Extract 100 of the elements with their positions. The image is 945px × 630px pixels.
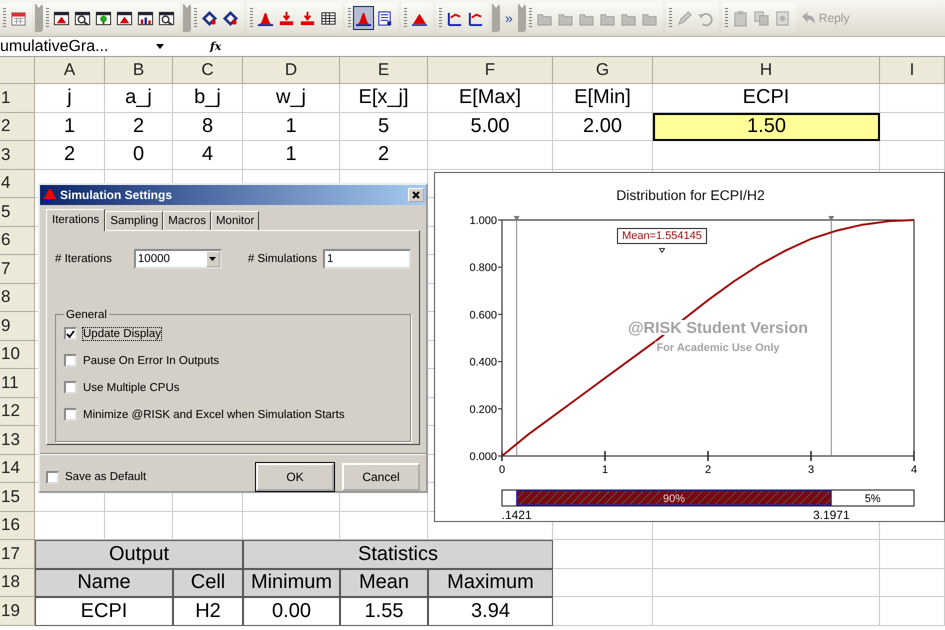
select-all-button[interactable] xyxy=(0,57,35,84)
tree-icon[interactable] xyxy=(95,10,112,26)
row-header[interactable]: 4 xyxy=(0,170,35,198)
overflow-button[interactable]: » xyxy=(500,10,518,26)
sheet-cell[interactable]: 8 xyxy=(173,112,243,141)
diamond-icon[interactable] xyxy=(201,10,218,26)
row-header[interactable]: 19 xyxy=(0,597,35,626)
empty-cell[interactable] xyxy=(880,84,945,112)
row-header[interactable]: 12 xyxy=(0,398,35,426)
sheet-cell[interactable]: 1 xyxy=(35,112,105,141)
sheet-cell[interactable]: 0 xyxy=(105,141,173,170)
marker-line[interactable] xyxy=(514,216,520,456)
magnifier-icon[interactable] xyxy=(74,10,91,26)
row-header[interactable]: 10 xyxy=(0,340,35,369)
sheet-cell[interactable]: E[x_j] xyxy=(340,84,428,112)
calendar-icon[interactable] xyxy=(10,10,27,26)
row-header[interactable]: 7 xyxy=(0,255,35,284)
function-button[interactable]: fx xyxy=(210,40,222,53)
empty-cell[interactable] xyxy=(340,512,428,540)
checkbox[interactable] xyxy=(64,327,77,340)
empty-cell[interactable] xyxy=(243,512,340,540)
checkbox[interactable] xyxy=(64,354,77,368)
column-header[interactable]: I xyxy=(880,57,945,84)
name-box[interactable]: umulativeGra... xyxy=(0,37,156,56)
row-header[interactable]: 15 xyxy=(0,483,35,512)
down-arrow-icon[interactable] xyxy=(278,10,295,26)
column-header[interactable]: C xyxy=(173,57,243,84)
toolbar-handle[interactable] xyxy=(183,4,191,32)
checkbox-label[interactable]: Use Multiple CPUs xyxy=(83,382,180,394)
checkbox-label[interactable]: Save as Default xyxy=(65,471,146,483)
empty-cell[interactable] xyxy=(653,568,880,597)
report-icon[interactable] xyxy=(376,10,393,26)
empty-cell[interactable] xyxy=(105,512,173,540)
sheet-cell[interactable]: j xyxy=(35,84,105,112)
input-field[interactable]: 1 xyxy=(322,248,411,269)
sheet-cell[interactable]: 1 xyxy=(243,141,340,170)
empty-cell[interactable] xyxy=(173,512,243,540)
row-header[interactable]: 3 xyxy=(0,141,35,170)
row-header[interactable]: 2 xyxy=(0,112,35,141)
tab[interactable]: Iterations xyxy=(46,208,106,231)
bar-chart-icon[interactable] xyxy=(137,10,154,26)
column-header[interactable]: E xyxy=(340,57,428,84)
checkbox[interactable] xyxy=(64,381,77,394)
tab[interactable]: Macros xyxy=(163,210,211,230)
toolbar-button[interactable] xyxy=(353,6,374,30)
column-header[interactable]: D xyxy=(243,57,340,84)
column-header[interactable]: H xyxy=(653,57,880,84)
chart-window-icon[interactable] xyxy=(116,10,133,26)
row-header[interactable]: 17 xyxy=(0,540,35,568)
row-header[interactable]: 1 xyxy=(0,84,35,112)
checkbox[interactable] xyxy=(64,408,77,422)
empty-cell[interactable] xyxy=(553,141,653,170)
column-header[interactable]: F xyxy=(428,57,553,84)
empty-cell[interactable] xyxy=(880,540,945,568)
dropdown-arrow-icon[interactable] xyxy=(156,44,164,49)
row-header[interactable]: 18 xyxy=(0,568,35,597)
iterations-dropdown[interactable]: 10000 xyxy=(134,248,222,269)
row-header[interactable]: 13 xyxy=(0,426,35,454)
sheet-cell[interactable]: 5 xyxy=(340,112,428,141)
checkbox-label[interactable]: Minimize @RISK and Excel when Simulation Starts xyxy=(83,408,345,421)
sheet-cell[interactable]: 2 xyxy=(105,112,173,141)
toolbar-handle[interactable] xyxy=(35,4,43,32)
tab[interactable]: Sampling xyxy=(105,210,164,230)
sheet-cell[interactable]: 5.00 xyxy=(428,112,553,141)
checkbox-label[interactable]: Update Display xyxy=(83,328,161,340)
empty-cell[interactable] xyxy=(653,141,880,170)
down-arrow-icon[interactable] xyxy=(299,10,316,26)
empty-cell[interactable] xyxy=(880,568,945,597)
sheet-cell[interactable]: 4 xyxy=(173,141,243,170)
checkbox[interactable] xyxy=(46,470,59,484)
row-header[interactable]: 6 xyxy=(0,226,35,255)
sheet-cell[interactable]: a_j xyxy=(105,84,173,112)
sheet-cell[interactable]: E[Min] xyxy=(553,84,653,112)
row-header[interactable]: 16 xyxy=(0,512,35,540)
row-header[interactable]: 14 xyxy=(0,454,35,483)
range-bar-fill[interactable] xyxy=(516,490,832,506)
sheet-cell[interactable]: 1 xyxy=(243,112,340,141)
chart-window-icon[interactable] xyxy=(53,10,70,26)
sheet-cell[interactable]: E[Max] xyxy=(428,84,553,112)
sheet-cell[interactable]: 2 xyxy=(35,141,105,170)
checkbox-label[interactable]: Pause On Error In Outputs xyxy=(83,354,220,367)
toolbar-handle[interactable] xyxy=(492,4,500,32)
magnifier-icon[interactable] xyxy=(158,10,175,26)
sheet-cell[interactable]: 1.50 xyxy=(653,112,880,141)
diamond-icon[interactable] xyxy=(222,10,239,26)
toolbar-handle[interactable] xyxy=(518,4,526,32)
empty-cell[interactable] xyxy=(653,597,880,626)
sheet-cell[interactable]: 2 xyxy=(340,141,428,170)
row-header[interactable]: 11 xyxy=(0,369,35,398)
empty-cell[interactable] xyxy=(428,141,553,170)
column-header[interactable]: G xyxy=(553,57,653,84)
close-button[interactable] xyxy=(408,188,424,202)
sheet-cell[interactable]: b_j xyxy=(173,84,243,112)
dialog-button[interactable]: OK xyxy=(256,463,334,491)
empty-cell[interactable] xyxy=(880,597,945,626)
empty-cell[interactable] xyxy=(880,141,945,170)
dialog-button[interactable]: Cancel xyxy=(342,463,420,491)
row-header[interactable]: 5 xyxy=(0,198,35,226)
tab[interactable]: Monitor xyxy=(210,210,260,230)
row-header[interactable]: 9 xyxy=(0,312,35,340)
